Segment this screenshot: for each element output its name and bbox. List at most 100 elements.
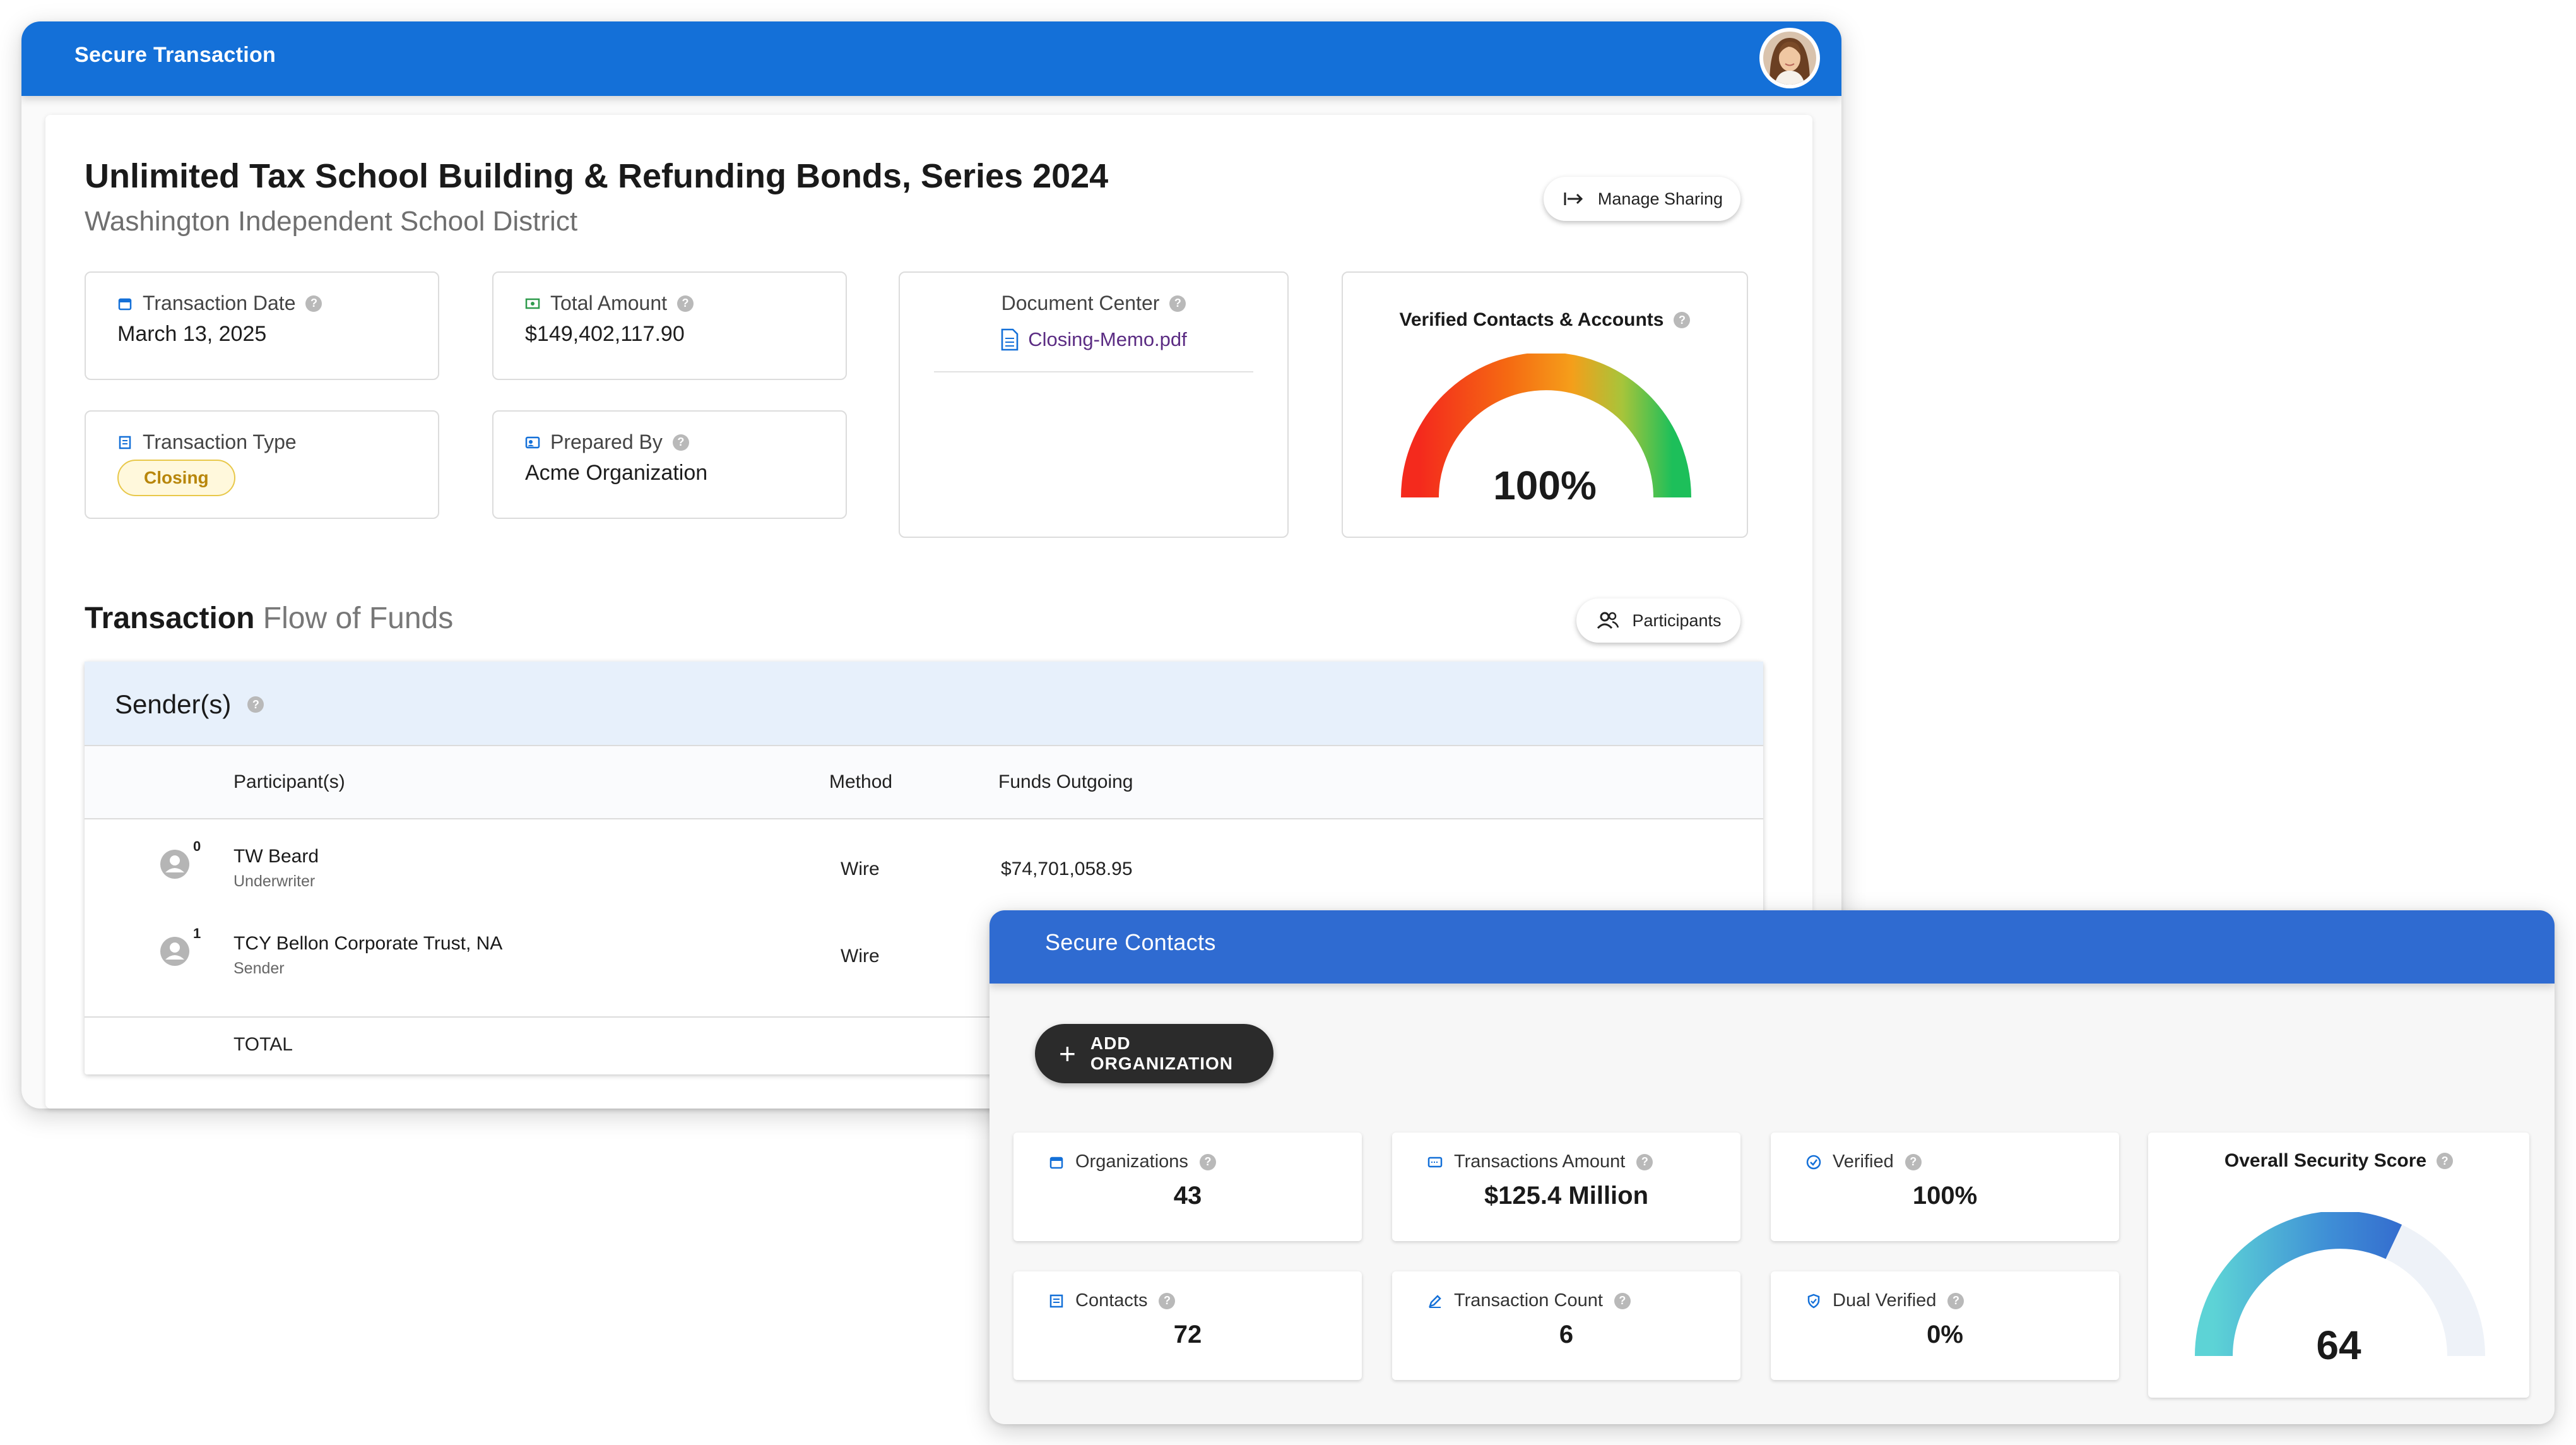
participant-role: Sender (233, 960, 285, 977)
row-index: 1 (193, 925, 201, 941)
help-icon[interactable]: ? (1674, 312, 1691, 328)
people-icon (1597, 612, 1619, 629)
list-icon (1049, 1294, 1063, 1307)
contacts-card: Contacts ? 72 (1013, 1271, 1362, 1380)
help-icon[interactable]: ? (1199, 1153, 1216, 1170)
help-icon[interactable]: ? (1947, 1292, 1964, 1309)
method-value: Wire (841, 859, 880, 879)
help-icon[interactable]: ? (1169, 295, 1186, 312)
column-method[interactable]: Method (829, 771, 892, 793)
column-participants[interactable]: Participant(s) (233, 771, 345, 793)
calendar-icon (1049, 1157, 1063, 1168)
participants-label: Participants (1632, 610, 1722, 630)
transaction-count-card: Transaction Count ? 6 (1392, 1271, 1740, 1380)
security-score-value: 64 (2316, 1323, 2361, 1368)
help-icon[interactable]: ? (1636, 1153, 1653, 1170)
pen-icon (1429, 1294, 1441, 1308)
verified-contacts-label: Verified Contacts & Accounts (1399, 309, 1664, 330)
user-avatar[interactable] (1759, 28, 1820, 88)
total-amount-label: Total Amount (550, 292, 667, 314)
participant-name: TW Beard (233, 846, 319, 867)
participants-button[interactable]: Participants (1576, 598, 1740, 643)
flow-of-funds-heading: Transaction Flow of Funds (85, 601, 453, 636)
add-organization-button[interactable]: + ADD ORGANIZATION (1035, 1024, 1273, 1083)
transactions-amount-card: Transactions Amount ? $125.4 Million (1392, 1133, 1740, 1241)
contacts-value: 72 (1173, 1321, 1202, 1348)
participant-role: Underwriter (233, 872, 316, 890)
help-icon[interactable]: ? (247, 696, 264, 713)
transactions-amount-label: Transactions Amount (1454, 1151, 1626, 1172)
table-row[interactable]: 0 TW Beard Underwriter Wire $74,701,058.… (85, 821, 1763, 908)
transactions-amount-label-row: Transactions Amount ? (1427, 1151, 1653, 1172)
transactions-amount-value: $125.4 Million (1484, 1182, 1649, 1210)
row-index: 0 (193, 838, 201, 854)
document-center-label-row: Document Center ? (900, 292, 1287, 315)
document-center-label: Document Center (1001, 292, 1160, 314)
verified-label: Verified (1833, 1151, 1894, 1172)
document-link[interactable]: Closing-Memo.pdf (900, 328, 1287, 351)
transaction-date-label-row: Transaction Date ? (117, 292, 322, 315)
contacts-label-row: Contacts ? (1049, 1290, 1176, 1311)
organizations-value: 43 (1173, 1182, 1202, 1210)
transaction-count-label: Transaction Count (1454, 1290, 1603, 1311)
document-file-name: Closing-Memo.pdf (1028, 328, 1187, 350)
total-amount-card: Total Amount ? $149,402,117.90 (492, 271, 847, 380)
verified-contacts-label-row: Verified Contacts & Accounts ? (1343, 309, 1747, 331)
flow-heading-bold: Transaction (85, 602, 255, 635)
calculator-icon (1427, 1157, 1443, 1167)
transaction-type-label: Transaction Type (143, 431, 297, 453)
total-label: TOTAL (233, 1034, 293, 1055)
add-organization-label: ADD ORGANIZATION (1090, 1033, 1234, 1073)
transaction-date-label: Transaction Date (143, 292, 296, 314)
security-score-label-row: Overall Security Score ? (2148, 1150, 2529, 1172)
secure-contacts-window: Secure Contacts + ADD ORGANIZATION Organ… (990, 910, 2555, 1424)
dual-verified-value: 0% (1927, 1321, 1963, 1348)
contact-card-icon (525, 436, 540, 448)
table-header: Participant(s) Method Funds Outgoing (85, 745, 1763, 819)
participant-name: TCY Bellon Corporate Trust, NA (233, 933, 503, 954)
senders-section-header: Sender(s) ? (85, 662, 1763, 745)
flow-heading-light: Flow of Funds (263, 602, 454, 635)
contacts-label: Contacts (1075, 1290, 1148, 1311)
transaction-type-label-row: Transaction Type (117, 431, 297, 454)
help-icon[interactable]: ? (2437, 1153, 2454, 1169)
dual-verified-label-row: Dual Verified ? (1806, 1290, 1964, 1311)
help-icon[interactable]: ? (305, 295, 322, 312)
divider (934, 371, 1253, 372)
avatar-image (1763, 32, 1816, 85)
senders-title-row: Sender(s) ? (115, 689, 264, 720)
help-icon[interactable]: ? (677, 295, 694, 312)
total-amount-value: $149,402,117.90 (525, 322, 685, 346)
organizations-label-row: Organizations ? (1049, 1151, 1216, 1172)
verified-label-row: Verified ? (1806, 1151, 1922, 1172)
verified-card: Verified ? 100% (1771, 1133, 2119, 1241)
prepared-by-card: Prepared By ? Acme Organization (492, 410, 847, 519)
prepared-by-value: Acme Organization (525, 461, 708, 485)
verified-gauge-value: 100% (1493, 463, 1597, 508)
manage-sharing-button[interactable]: Manage Sharing (1544, 177, 1740, 221)
transaction-count-label-row: Transaction Count ? (1427, 1290, 1631, 1311)
transaction-type-badge: Closing (117, 460, 235, 496)
help-icon[interactable]: ? (672, 434, 689, 451)
money-icon (525, 298, 540, 309)
help-icon[interactable]: ? (1614, 1292, 1631, 1309)
security-score-label: Overall Security Score (2224, 1150, 2427, 1171)
transaction-date-value: March 13, 2025 (117, 322, 267, 346)
transaction-title: Unlimited Tax School Building & Refundin… (85, 157, 1109, 195)
prepared-by-label: Prepared By (550, 431, 663, 453)
organizations-card: Organizations ? 43 (1013, 1133, 1362, 1241)
manage-sharing-label: Manage Sharing (1597, 189, 1723, 208)
title-bar: Secure Contacts (990, 910, 2555, 984)
dual-verified-label: Dual Verified (1833, 1290, 1937, 1311)
calendar-icon (118, 298, 132, 310)
transaction-date-card: Transaction Date ? March 13, 2025 (85, 271, 439, 380)
verified-contacts-gauge-card: Verified Contacts & Accounts ? 100% (1342, 271, 1748, 538)
column-funds-outgoing[interactable]: Funds Outgoing (998, 771, 1133, 793)
prepared-by-label-row: Prepared By ? (525, 431, 689, 454)
document-center-card: Document Center ? Closing-Memo.pdf (899, 271, 1289, 538)
dual-verified-card: Dual Verified ? 0% (1771, 1271, 2119, 1380)
help-icon[interactable]: ? (1905, 1153, 1922, 1170)
help-icon[interactable]: ? (1159, 1292, 1176, 1309)
window-title: Secure Transaction (74, 43, 276, 67)
senders-title: Sender(s) (115, 689, 232, 719)
